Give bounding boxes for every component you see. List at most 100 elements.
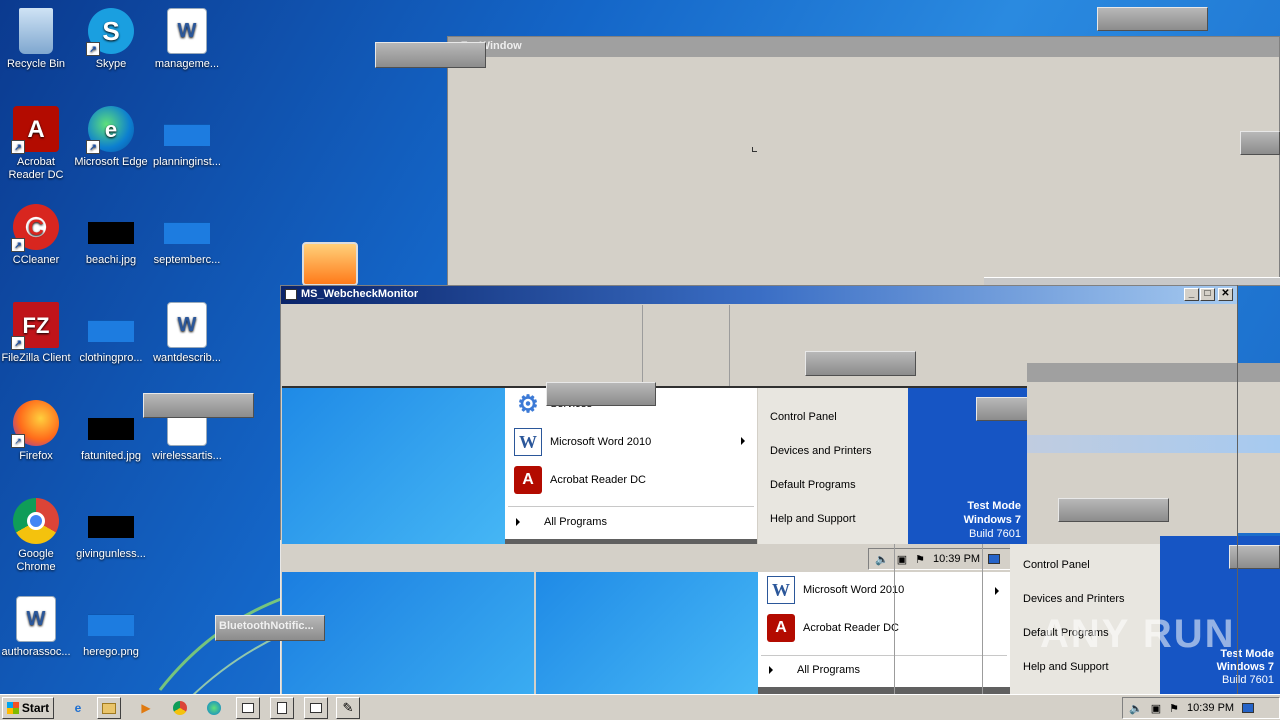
ghost-button[interactable] [375, 42, 486, 68]
inner-tray: 🔈 ▣ ⚑ 10:39 PM [868, 548, 1028, 570]
desktop-icon-edge[interactable]: e ↗ Microsoft Edge [73, 106, 149, 169]
start-menu-control-panel[interactable]: Control Panel [1023, 559, 1090, 571]
edge-icon: e ↗ [86, 106, 134, 154]
start-button[interactable]: Start [2, 697, 54, 719]
shortcut-arrow-icon: ↗ [11, 434, 25, 448]
speaker-icon[interactable]: 🔈 [1129, 702, 1143, 715]
start-menu-default-programs[interactable]: Default Programs [770, 479, 856, 491]
desktop-icon-manageme[interactable]: W manageme... [149, 8, 225, 71]
word-doc-icon: W [167, 8, 207, 54]
stacked-window-titlebar[interactable] [1027, 363, 1280, 382]
fax-window[interactable]: nFaxWindow [447, 36, 1280, 286]
desktop-icon-wantdescrib[interactable]: W wantdescrib... [149, 302, 225, 365]
system-tray: 🔈 ▣ ⚑ 10:39 PM [1122, 697, 1280, 719]
taskbar-window-icon[interactable] [270, 697, 294, 719]
start-menu-item-word[interactable]: W Microsoft Word 2010 [767, 576, 904, 604]
ghost-button[interactable] [1240, 131, 1280, 155]
shortcut-arrow-icon: ↗ [11, 140, 25, 154]
speaker-icon[interactable]: 🔈 [875, 553, 889, 566]
image-file-icon [88, 596, 134, 642]
taskbar-window-icon[interactable] [236, 697, 260, 719]
tray-clock[interactable]: 10:39 PM [933, 553, 980, 565]
taskbar-ie-icon[interactable]: e [66, 697, 90, 719]
desktop-icon-label: givingunless... [76, 548, 146, 560]
start-menu-item-acrobat[interactable]: A Acrobat Reader DC [767, 614, 899, 642]
divider [758, 687, 1010, 694]
word-doc-icon: W [167, 302, 207, 348]
desktop-icon-label: manageme... [154, 58, 220, 70]
desktop-icon-herego[interactable]: herego.png [73, 596, 149, 659]
start-menu-item-word[interactable]: W Microsoft Word 2010 [514, 428, 651, 456]
show-desktop-icon[interactable] [988, 554, 1001, 564]
desktop-icon-authorassoc[interactable]: W authorassoc... [0, 596, 74, 659]
start-menu-help[interactable]: Help and Support [1023, 661, 1109, 673]
artifact-line [894, 544, 895, 694]
windows-version-label: Windows 7 [963, 514, 1021, 526]
minimize-button[interactable]: _ [1184, 288, 1199, 301]
start-menu-help[interactable]: Help and Support [770, 513, 856, 525]
acrobat-icon: A ↗ [11, 106, 59, 154]
tray-clock[interactable]: 10:39 PM [1187, 702, 1234, 714]
flag-icon[interactable]: ⚑ [1169, 702, 1179, 715]
desktop-icon-chrome[interactable]: Google Chrome [0, 498, 74, 574]
acrobat-icon: A [767, 614, 795, 642]
desktop-icon-label: wirelessartis... [152, 450, 222, 462]
start-menu-devices[interactable]: Devices and Printers [770, 445, 872, 457]
ghost-button[interactable] [1097, 7, 1208, 31]
windows-version-label: Windows 7 [1216, 661, 1274, 673]
maximize-button[interactable]: □ [1200, 288, 1215, 301]
show-desktop-icon[interactable] [1242, 703, 1255, 713]
start-menu-all-programs[interactable]: All Programs [769, 664, 860, 676]
desktop-icon-label: Skype [95, 58, 127, 70]
desktop-icon-label: authorassoc... [1, 646, 71, 658]
desktop-icon-beachi[interactable]: beachi.jpg [73, 204, 149, 267]
menu-item-label: Acrobat Reader DC [550, 474, 646, 486]
desktop-icon-label: wantdescrib... [153, 352, 221, 364]
taskbar-window-icon[interactable] [304, 697, 328, 719]
ghost-button[interactable] [1058, 498, 1169, 522]
taskbar-edge-icon[interactable] [202, 697, 226, 719]
acrobat-icon: A [514, 466, 542, 494]
ghost-button[interactable] [143, 393, 254, 418]
start-menu-control-panel[interactable]: Control Panel [770, 411, 837, 423]
webcheck-titlebar[interactable]: MS_WebcheckMonitor _ □ ✕ [281, 286, 1237, 304]
ghost-button[interactable] [976, 397, 1028, 421]
network-icon[interactable]: ▣ [897, 553, 907, 566]
desktop-icon-fatunited[interactable]: fatunited.jpg [73, 400, 149, 463]
network-icon[interactable]: ▣ [1151, 702, 1161, 715]
desktop-icon-givingunless[interactable]: givingunless... [73, 498, 149, 561]
taskbar-media-player-icon[interactable]: ▶ [134, 697, 158, 719]
start-menu-devices[interactable]: Devices and Printers [1023, 593, 1125, 605]
chrome-icon [13, 498, 59, 544]
desktop-icon-firefox[interactable]: ↗ Firefox [0, 400, 74, 463]
desktop-icon-acrobat[interactable]: A ↗ Acrobat Reader DC [0, 106, 74, 182]
desktop-icon-ccleaner[interactable]: C ↗ CCleaner [0, 204, 74, 267]
desktop-icon-planninginst[interactable]: planninginst... [149, 106, 225, 169]
desktop-icon-label: CCleaner [12, 254, 60, 266]
desktop-icon-clothingpro[interactable]: clothingpro... [73, 302, 149, 365]
skype-icon: S ↗ [86, 8, 134, 56]
ghost-button[interactable] [805, 351, 916, 376]
desktop-icon-filezilla[interactable]: FZ ↗ FileZilla Client [0, 302, 74, 365]
ghost-button[interactable] [546, 382, 656, 406]
gear-icon: ⚙ [517, 390, 539, 418]
desktop-icon-skype[interactable]: S ↗ Skype [73, 8, 149, 71]
build-label: Build 7601 [969, 528, 1021, 540]
fax-window-titlebar[interactable]: nFaxWindow [448, 37, 1279, 57]
start-menu-all-programs[interactable]: All Programs [516, 516, 607, 528]
desktop-icon-label: Firefox [19, 450, 53, 462]
start-menu-item-acrobat[interactable]: A Acrobat Reader DC [514, 466, 646, 494]
bluetooth-notification-window[interactable]: BluetoothNotific... [215, 615, 325, 641]
flag-icon[interactable]: ⚑ [915, 553, 925, 566]
taskbar-explorer-icon[interactable] [97, 697, 121, 719]
recycle-bin-icon [19, 8, 53, 54]
image-file-icon [88, 498, 134, 544]
taskbar-chrome-icon[interactable] [168, 697, 192, 719]
taskbar-notepad-icon[interactable]: ✎ [336, 697, 360, 719]
bluetooth-label: BluetoothNotific... [219, 620, 314, 632]
chevron-right-icon [769, 666, 773, 674]
desktop-icon-recycle-bin[interactable]: Recycle Bin [0, 8, 74, 71]
shortcut-arrow-icon: ↗ [11, 238, 25, 252]
close-button[interactable]: ✕ [1218, 288, 1233, 301]
desktop-icon-septemberc[interactable]: septemberc... [149, 204, 225, 267]
